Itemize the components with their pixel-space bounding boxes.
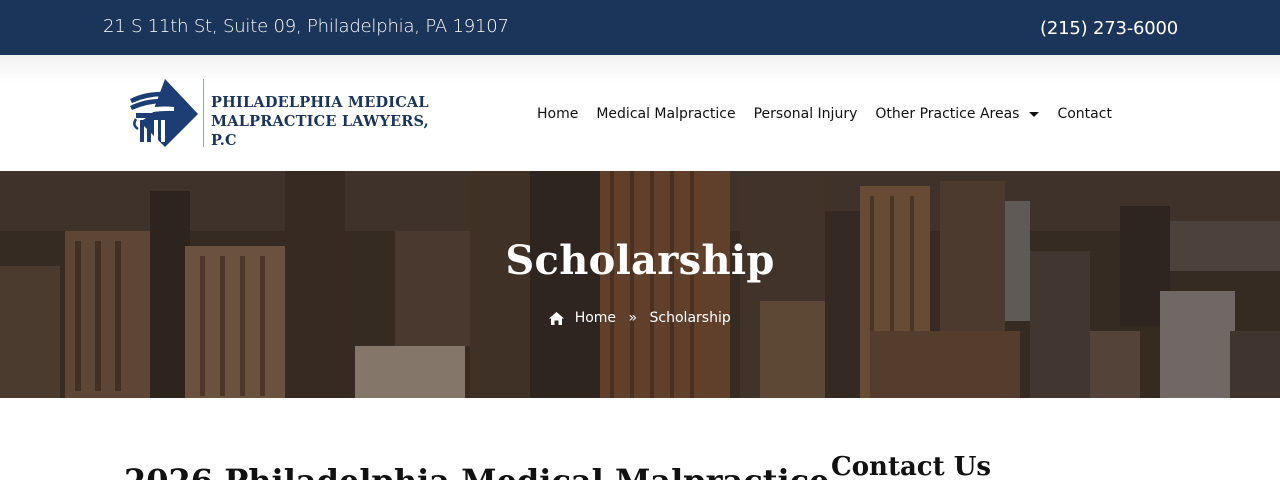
page-title: Scholarship (505, 237, 775, 284)
logo-divider (203, 79, 204, 147)
main-nav: Home Medical Malpractice Personal Injury… (537, 104, 1130, 124)
page-hero: Scholarship Home » Scholarship (0, 171, 1280, 398)
site-header: PHILADELPHIA MEDICAL MALPRACTICE LAWYERS… (0, 55, 1280, 171)
home-icon[interactable] (549, 311, 565, 325)
site-logo[interactable]: PHILADELPHIA MEDICAL MALPRACTICE LAWYERS… (130, 79, 440, 149)
breadcrumb-home-link[interactable]: Home (575, 310, 616, 326)
nav-other-practice-areas-label: Other Practice Areas (875, 106, 1020, 122)
top-bar: 21 S 11th St, Suite 09, Philadelphia, PA… (0, 0, 1280, 55)
breadcrumb: Home » Scholarship (0, 310, 1280, 326)
caret-down-icon[interactable] (1029, 111, 1040, 117)
nav-personal-injury[interactable]: Personal Injury (754, 106, 858, 122)
logo-line-1: PHILADELPHIA MEDICAL (211, 94, 429, 111)
nav-contact[interactable]: Contact (1057, 106, 1111, 122)
sidebar-heading: Contact Us (831, 452, 991, 480)
logo-text: PHILADELPHIA MEDICAL MALPRACTICE LAWYERS… (211, 93, 440, 150)
logo-line-2: MALPRACTICE LAWYERS, P.C (211, 113, 429, 149)
article-heading: 2026 Philadelphia Medical Malpractice (124, 462, 830, 480)
logo-column-icon (130, 79, 198, 147)
nav-home[interactable]: Home (537, 106, 578, 122)
breadcrumb-separator: » (628, 310, 638, 326)
address-text: 21 S 11th St, Suite 09, Philadelphia, PA… (103, 16, 509, 37)
nav-medical-malpractice[interactable]: Medical Malpractice (596, 106, 735, 122)
breadcrumb-current: Scholarship (649, 310, 731, 326)
hero-overlay (0, 171, 1280, 398)
nav-other-practice-areas[interactable]: Other Practice Areas (875, 106, 1040, 122)
phone-link[interactable]: (215) 273-6000 (1040, 18, 1178, 39)
